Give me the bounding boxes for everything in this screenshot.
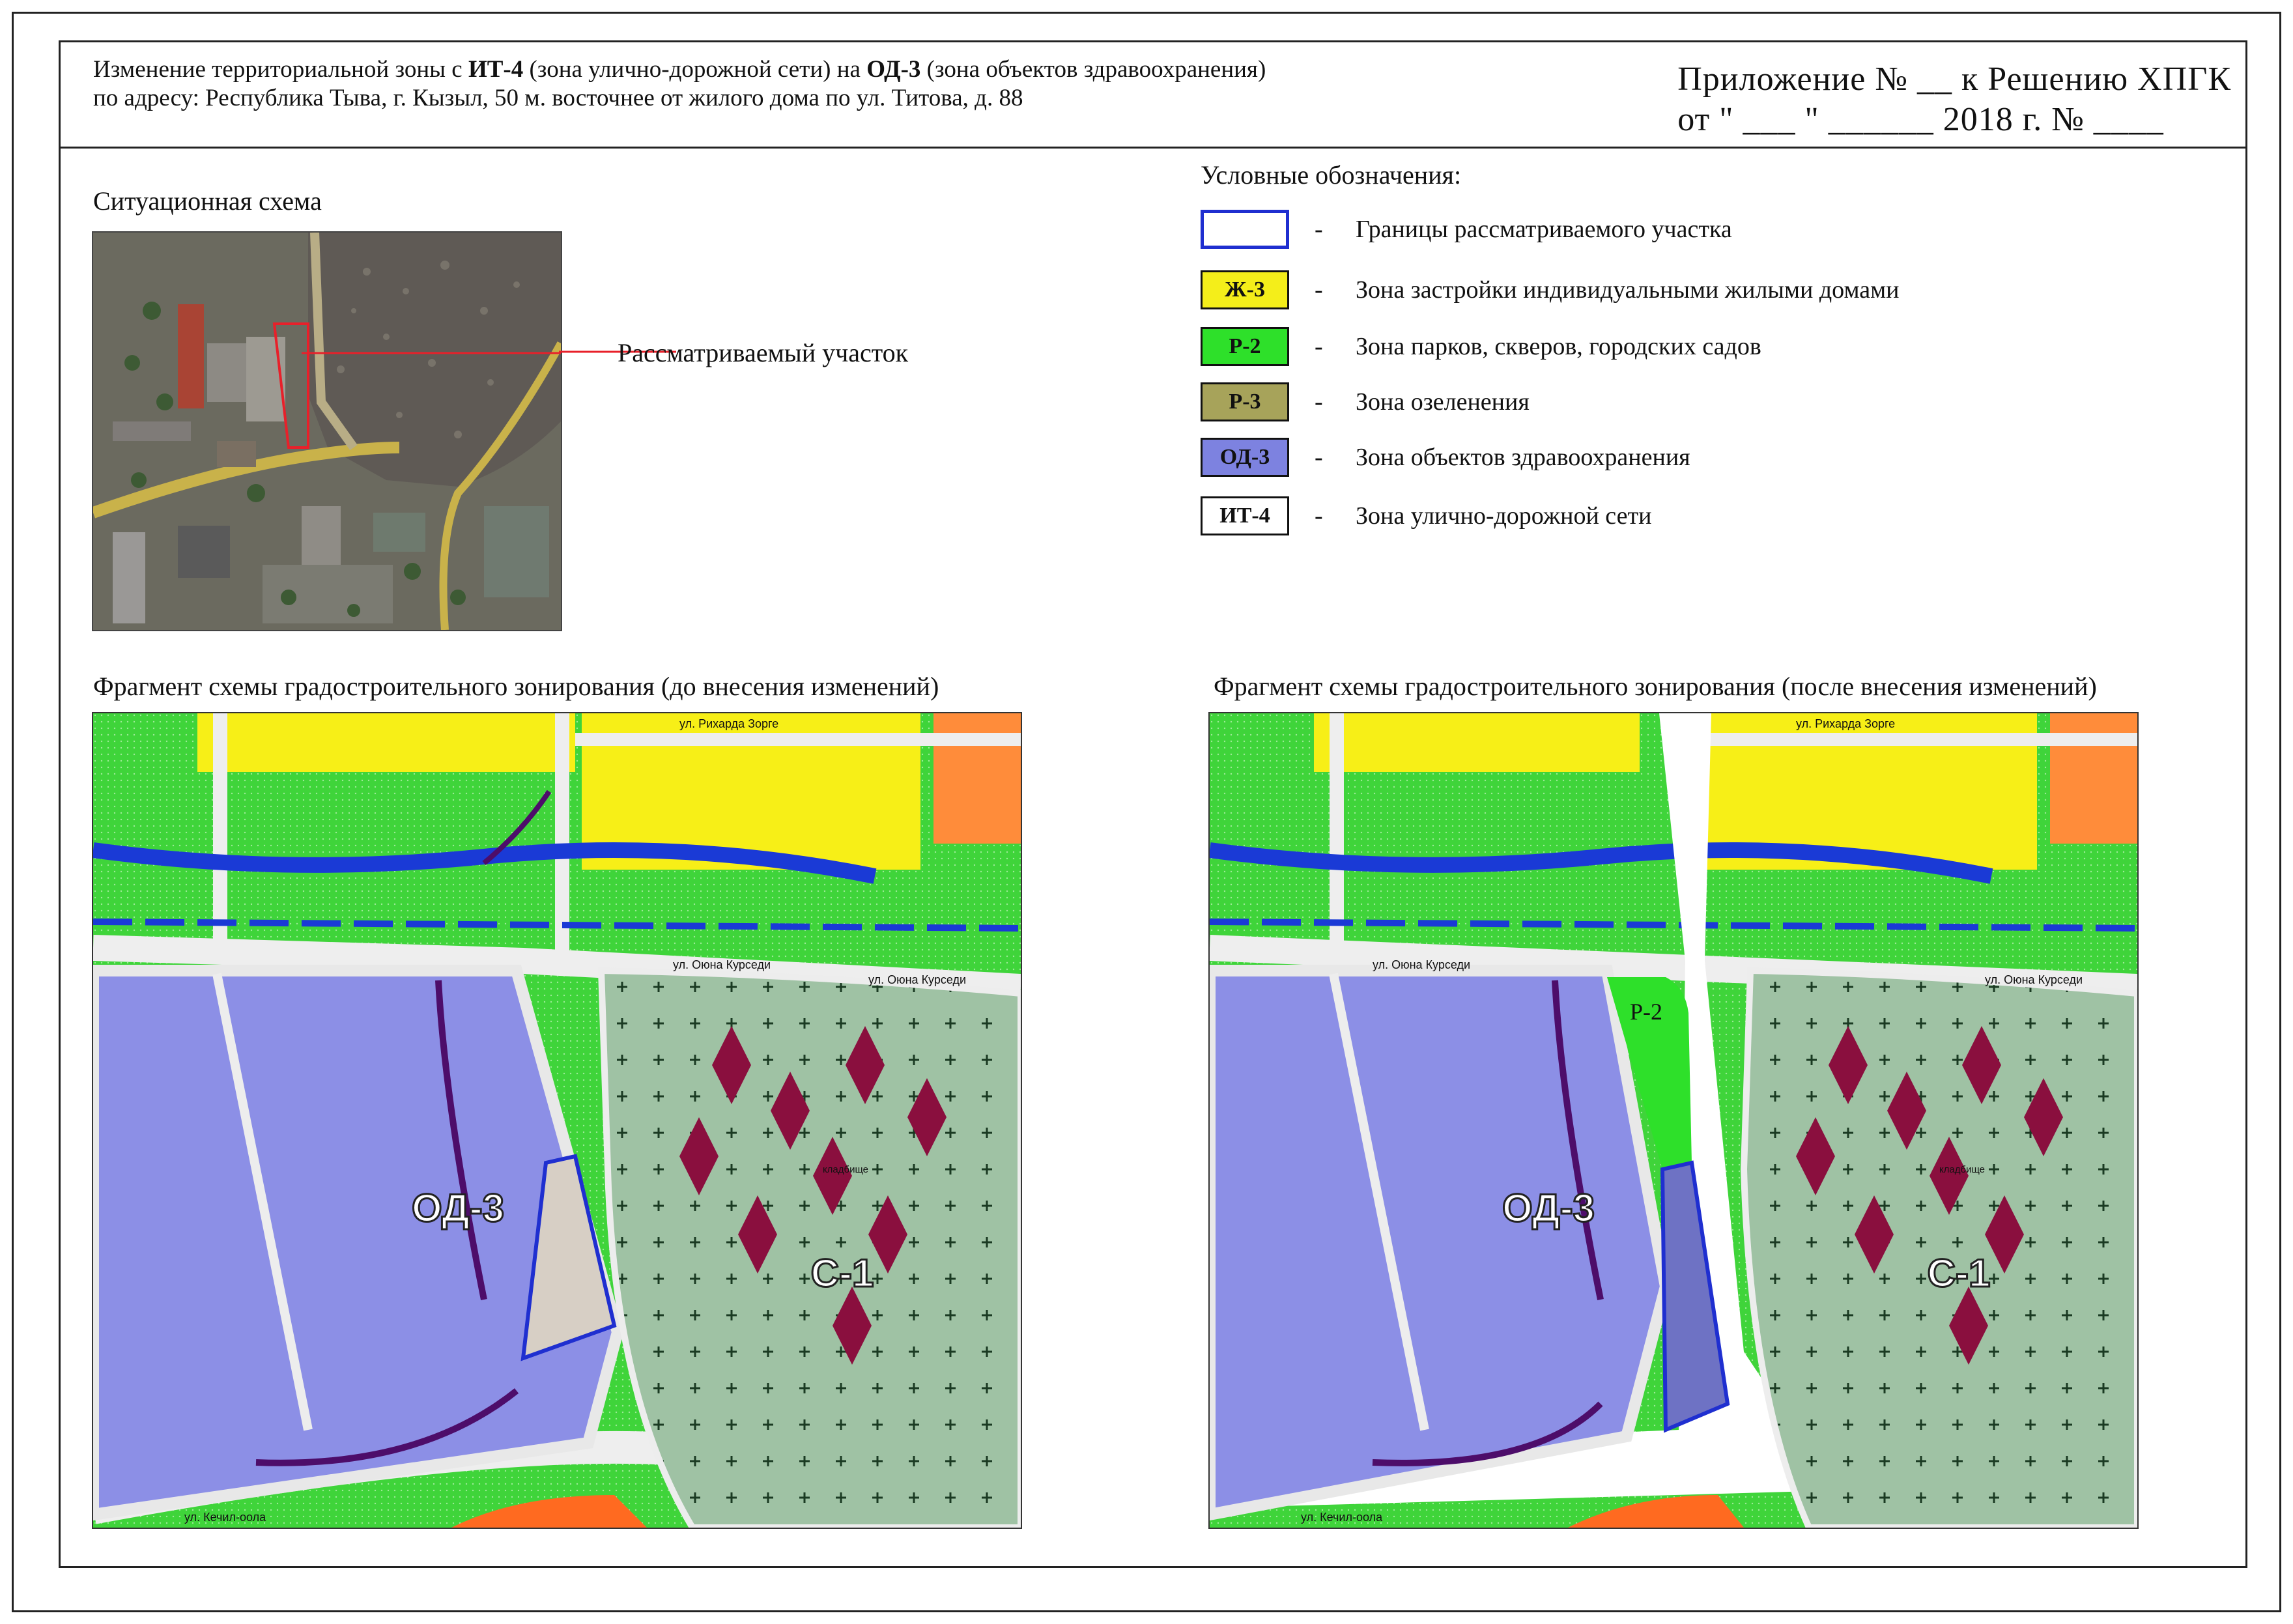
street-label: ул. Оюна Курседи [868, 973, 966, 986]
legend-swatch [1201, 210, 1289, 249]
situation-satellite-map [92, 231, 562, 631]
legend-text: Зона застройки индивидуальными жилыми до… [1356, 276, 1900, 304]
map-after-title: Фрагмент схемы градостроительного зониро… [1214, 672, 2097, 701]
legend-item-r3: Р-3 - Зона озеленения [1201, 381, 1530, 423]
header-text: (зона объектов здравоохранения) [920, 56, 1266, 83]
legend-swatch: ОД-3 [1201, 438, 1289, 477]
from-zone-code: ИТ-4 [468, 56, 524, 83]
legend-text: Границы рассматриваемого участка [1356, 216, 1732, 243]
legend-text: Зона озеленения [1356, 388, 1530, 416]
zoning-map-after: Р-2 ОД-3 С-1 кладбище ул. Оюна Курседи у… [1208, 712, 2139, 1529]
zone-label-od3: ОД-3 [412, 1186, 504, 1230]
zone-label-c1: С-1 [811, 1251, 874, 1295]
address-line: по адресу: Республика Тыва, г. Кызыл, 50… [93, 85, 1023, 111]
street-label: ул. Оюна Курседи [673, 958, 771, 971]
street-label: ул. Рихарда Зорге [679, 717, 778, 730]
street-label: ул. Кечил-оола [1301, 1511, 1383, 1524]
satellite-image [93, 233, 561, 630]
legend-dash: - [1315, 502, 1323, 530]
zone-label-od3: ОД-3 [1502, 1186, 1595, 1230]
legend-item-r2: Р-2 - Зона парков, скверов, городских са… [1201, 326, 1761, 367]
legend-dash: - [1315, 216, 1323, 243]
legend-item-od3: ОД-3 - Зона объектов здравоохранения [1201, 436, 1690, 478]
cemetery-label: кладбище [1939, 1164, 1985, 1175]
document-frame: Изменение территориальной зоны с ИТ-4 (з… [59, 40, 2247, 1568]
legend-item-zh3: Ж-3 - Зона застройки индивидуальными жил… [1201, 269, 1900, 311]
legend-title: Условные обозначения: [1201, 160, 1462, 190]
map-before-svg: ОД-3 С-1 кладбище ул. Оюна Курседи ул. О… [93, 713, 1021, 1528]
header: Изменение территориальной зоны с ИТ-4 (з… [61, 42, 2245, 149]
legend-text: Зона улично-дорожной сети [1356, 502, 1652, 530]
header-text: (зона улично-дорожной сети) на [523, 56, 867, 83]
zoning-map-before: ОД-3 С-1 кладбище ул. Оюна Курседи ул. О… [92, 712, 1022, 1529]
cemetery-label: кладбище [823, 1164, 868, 1175]
legend-swatch: Р-2 [1201, 327, 1289, 366]
appendix-line-2: от " ___ " ______ 2018 г. № ____ [1677, 101, 2164, 138]
map-before-title: Фрагмент схемы градостроительного зониро… [93, 672, 939, 701]
legend-swatch: Р-3 [1201, 382, 1289, 421]
legend-dash: - [1315, 444, 1323, 471]
legend-text: Зона объектов здравоохранения [1356, 444, 1690, 471]
appendix-block: Приложение № __ к Решению ХПГК от " ___ … [1677, 59, 2231, 140]
legend-dash: - [1315, 388, 1323, 416]
zone-label-c1: С-1 [1928, 1251, 1991, 1295]
legend-item-it4: ИТ-4 - Зона улично-дорожной сети [1201, 495, 1651, 537]
legend-dash: - [1315, 333, 1323, 360]
pointer-label: Рассматриваемый участок [618, 338, 909, 367]
map-after-svg: Р-2 ОД-3 С-1 кладбище ул. Оюна Курседи у… [1210, 713, 2137, 1528]
legend-swatch: Ж-3 [1201, 270, 1289, 309]
street-label: ул. Рихарда Зорге [1796, 717, 1895, 730]
to-zone-code: ОД-3 [866, 56, 921, 83]
appendix-line-1: Приложение № __ к Решению ХПГК [1677, 61, 2231, 98]
street-label: ул. Кечил-оола [184, 1511, 266, 1524]
legend-item-boundary: - Границы рассматриваемого участка [1201, 208, 1732, 250]
street-label: ул. Оюна Курседи [1985, 973, 2083, 986]
street-label: ул. Оюна Курседи [1373, 958, 1470, 971]
legend-text: Зона парков, скверов, городских садов [1356, 333, 1761, 360]
situation-title: Ситуационная схема [93, 186, 322, 216]
legend-dash: - [1315, 276, 1323, 304]
header-description: Изменение территориальной зоны с ИТ-4 (з… [93, 55, 1266, 113]
zone-label-p2: Р-2 [1630, 999, 1662, 1025]
header-text: Изменение территориальной зоны с [93, 56, 468, 83]
legend-swatch: ИТ-4 [1201, 496, 1289, 535]
